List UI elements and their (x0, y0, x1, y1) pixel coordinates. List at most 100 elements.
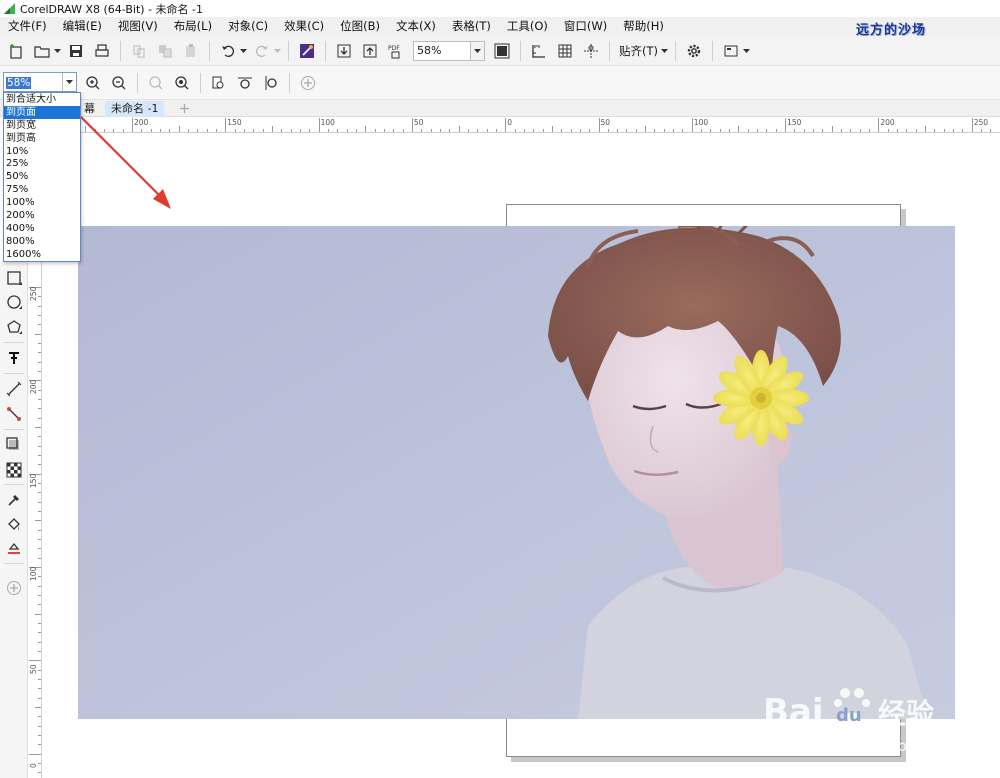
show-guidelines-icon[interactable] (580, 40, 602, 62)
show-grid-icon[interactable] (554, 40, 576, 62)
snap-to-button[interactable]: 贴齐(T) (615, 43, 662, 59)
rectangle-tool-icon[interactable] (4, 268, 24, 288)
import-icon[interactable] (333, 40, 355, 62)
zoom-levels-combo[interactable]: 58% (3, 72, 77, 92)
zoom-option-to-width[interactable]: 到页宽 (4, 119, 80, 132)
chevron-down-icon[interactable] (742, 40, 750, 62)
zoom-option-800[interactable]: 800% (4, 235, 80, 248)
chevron-down-icon[interactable] (660, 40, 668, 62)
ruler-tick (701, 129, 703, 132)
zoom-option-50[interactable]: 50% (4, 170, 80, 183)
ruler-tick (38, 314, 41, 316)
ruler-tick (990, 129, 992, 132)
drawing-canvas[interactable]: Bai du 经验 jingyan.baidu.com (43, 134, 1000, 778)
menu-text[interactable]: 文本(X) (388, 17, 444, 36)
chevron-down-icon[interactable] (239, 40, 247, 62)
paste-icon[interactable] (180, 40, 202, 62)
ruler-tick (383, 129, 385, 132)
zoom-option-1600[interactable]: 1600% (4, 248, 80, 261)
ruler-tick (215, 129, 217, 132)
zoom-in-icon[interactable] (82, 72, 104, 94)
ruler-tick (421, 129, 423, 132)
ruler-tick (897, 129, 899, 132)
menu-edit[interactable]: 编辑(E) (55, 17, 110, 36)
ruler-tick (38, 342, 41, 344)
add-icon[interactable] (297, 72, 319, 94)
zoom-level-combo[interactable]: 58% (413, 40, 485, 61)
smart-fill-tool-icon[interactable] (4, 538, 24, 558)
zoom-option-200[interactable]: 200% (4, 209, 80, 222)
zoom-option-400[interactable]: 400% (4, 222, 80, 235)
menu-effects[interactable]: 效果(C) (276, 17, 332, 36)
text-tool-icon[interactable] (4, 348, 24, 368)
zoom-option-to-page[interactable]: 到页面 (4, 105, 80, 119)
publish-pdf-icon[interactable]: PDF (385, 40, 407, 62)
zoom-to-page-width-icon[interactable] (234, 72, 256, 94)
coreldraw-logo-icon (3, 2, 16, 15)
interactive-fill-tool-icon[interactable] (4, 514, 24, 534)
ruler-tick (495, 129, 497, 132)
ruler-tick (439, 129, 441, 132)
ellipse-tool-icon[interactable] (4, 292, 24, 312)
zoom-to-page-height-icon[interactable] (260, 72, 282, 94)
menu-help[interactable]: 帮助(H) (615, 17, 672, 36)
zoom-option-100[interactable]: 100% (4, 196, 80, 209)
ruler-tick (617, 129, 619, 132)
ruler-tick (38, 669, 41, 671)
menu-window[interactable]: 窗口(W) (556, 17, 615, 36)
chevron-down-icon[interactable] (273, 40, 281, 62)
show-rulers-icon[interactable] (528, 40, 550, 62)
application-launcher-icon[interactable] (720, 40, 742, 62)
vertical-ruler[interactable]: 250 200 150 100 50 0 (28, 262, 42, 778)
menu-view[interactable]: 视图(V) (110, 17, 166, 36)
ruler-tick (971, 118, 973, 132)
corel-connect-icon[interactable] (296, 40, 318, 62)
options-gear-icon[interactable] (683, 40, 705, 62)
copy-icon[interactable] (154, 40, 176, 62)
menu-file[interactable]: 文件(F) (0, 17, 55, 36)
zoom-to-page-icon[interactable] (208, 72, 230, 94)
zoom-option-75[interactable]: 75% (4, 183, 80, 196)
horizontal-ruler[interactable]: 200 150 100 50 0 50 100 150 200 250 (42, 117, 1000, 133)
zoom-to-all-objects-icon[interactable] (171, 72, 193, 94)
chevron-down-icon[interactable] (470, 41, 484, 60)
menu-layout[interactable]: 布局(L) (166, 17, 220, 36)
ruler-tick (785, 118, 787, 132)
polygon-tool-icon[interactable] (4, 317, 24, 337)
ruler-tick (187, 129, 189, 132)
menu-object[interactable]: 对象(C) (220, 17, 276, 36)
eyedropper-tool-icon[interactable] (4, 490, 24, 510)
cut-icon[interactable] (128, 40, 150, 62)
zoom-option-10[interactable]: 10% (4, 145, 80, 158)
undo-icon[interactable] (217, 40, 239, 62)
ruler-tick (523, 129, 525, 132)
parallel-dimension-tool-icon[interactable] (4, 379, 24, 399)
property-bar (0, 66, 1000, 100)
print-icon[interactable] (91, 40, 113, 62)
export-icon[interactable] (359, 40, 381, 62)
zoom-option-to-height[interactable]: 到页高 (4, 132, 80, 145)
zoom-option-fit[interactable]: 到合适大小 (4, 93, 80, 106)
watermark-bai: Bai (763, 692, 824, 732)
zoom-to-selected-icon[interactable] (145, 72, 167, 94)
menu-tools[interactable]: 工具(O) (499, 17, 556, 36)
ruler-tick (38, 734, 41, 736)
ruler-label: 0 (507, 118, 512, 127)
connector-tool-icon[interactable] (4, 404, 24, 424)
drop-shadow-tool-icon[interactable] (4, 435, 24, 455)
zoom-out-icon[interactable] (108, 72, 130, 94)
placed-photo[interactable] (78, 226, 955, 719)
open-folder-icon[interactable] (31, 40, 53, 62)
transparency-tool-icon[interactable] (4, 460, 24, 480)
full-screen-preview-icon[interactable] (491, 40, 513, 62)
redo-icon[interactable] (251, 40, 273, 62)
add-tool-icon[interactable] (4, 578, 24, 598)
menu-bitmaps[interactable]: 位图(B) (332, 17, 388, 36)
zoom-option-25[interactable]: 25% (4, 157, 80, 170)
menu-table[interactable]: 表格(T) (444, 17, 499, 36)
chevron-down-icon[interactable] (62, 73, 76, 91)
toolbox-divider (4, 429, 24, 430)
save-icon[interactable] (65, 40, 87, 62)
new-document-icon[interactable] (5, 40, 27, 62)
chevron-down-icon[interactable] (53, 40, 61, 62)
